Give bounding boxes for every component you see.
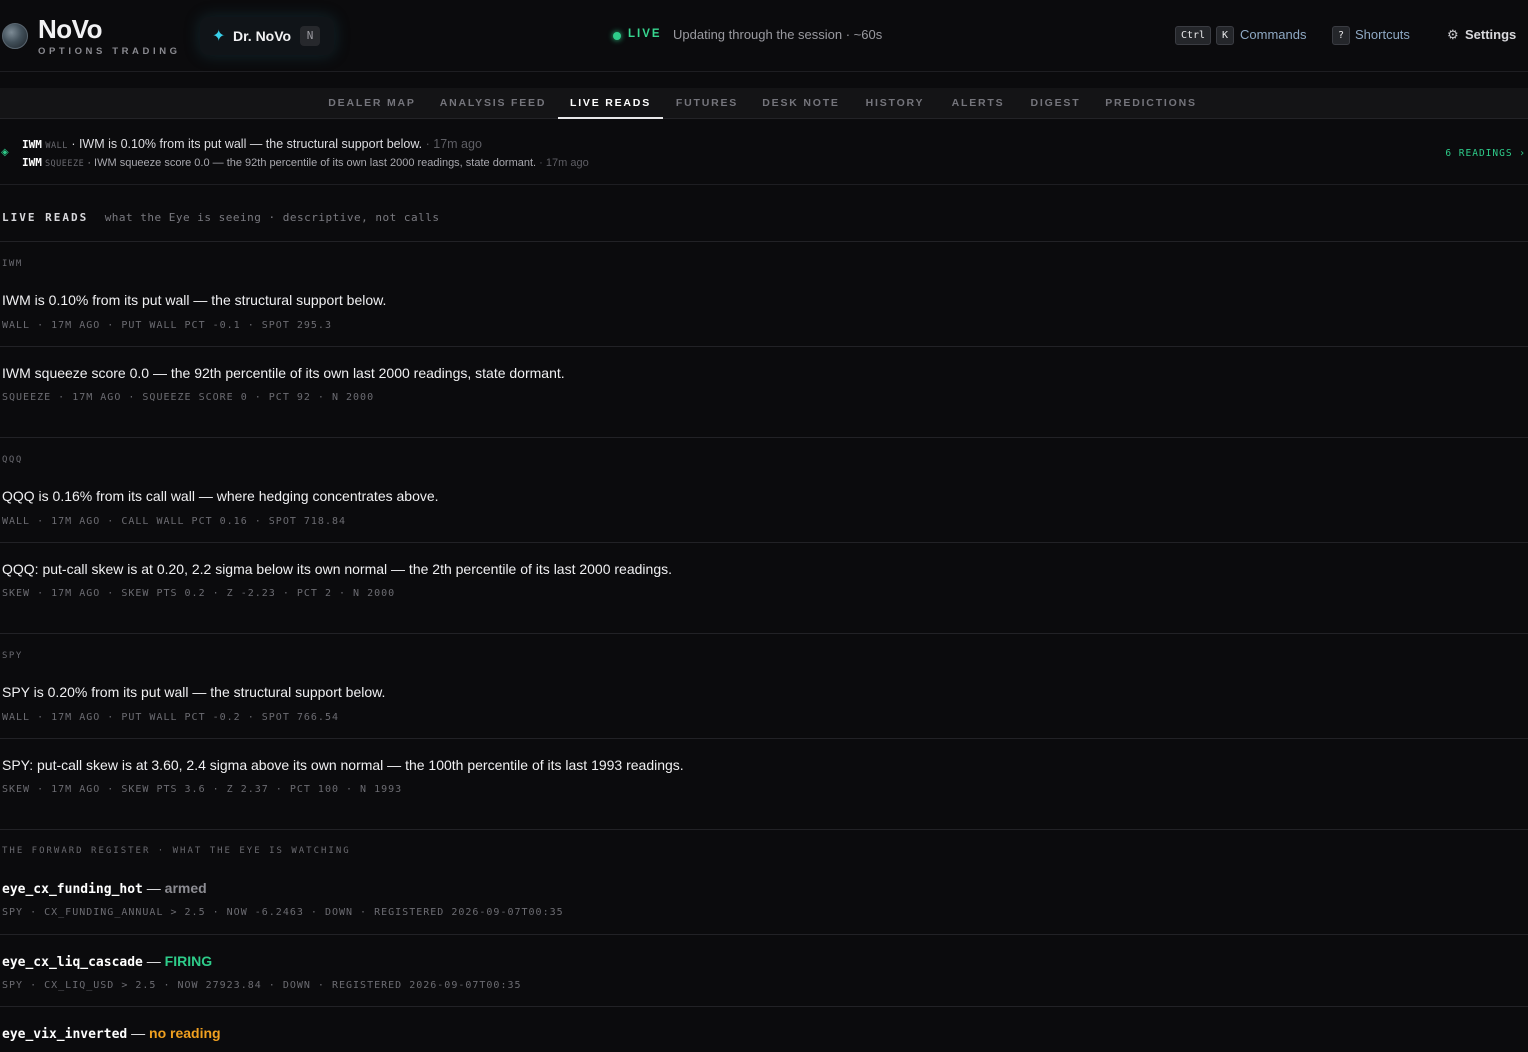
divider bbox=[0, 738, 1528, 739]
read-text: QQQ is 0.16% from its call wall — where … bbox=[2, 488, 439, 504]
register-item: eye_vix_inverted — no reading bbox=[2, 1025, 221, 1042]
tab-analysis-feed[interactable]: ANALYSIS FEED bbox=[432, 88, 554, 119]
live-label: LIVE bbox=[628, 28, 662, 40]
read-meta: SKEW · 17M AGO · SKEW PTS 0.2 · Z -2.23 … bbox=[2, 588, 396, 599]
ticker-ago: · 17m ago bbox=[422, 137, 482, 151]
register-item-name: eye_cx_liq_cascade bbox=[2, 955, 143, 970]
tab-live-reads[interactable]: LIVE READS bbox=[558, 88, 663, 119]
tab-digest[interactable]: DIGEST bbox=[1024, 88, 1087, 119]
register-item-state: no reading bbox=[149, 1025, 221, 1041]
register-item-name: eye_vix_inverted bbox=[2, 1027, 128, 1042]
ticker-kind: SQUEEZE bbox=[44, 159, 85, 169]
tab-desk-note[interactable]: DESK NOTE bbox=[755, 88, 847, 119]
divider bbox=[0, 1006, 1528, 1007]
diamond-icon: ◈ bbox=[1, 147, 9, 158]
read-text: SPY is 0.20% from its put wall — the str… bbox=[2, 684, 386, 700]
top-header: NoVo OPTIONS TRADING ✦ Dr. NoVo N LIVE U… bbox=[0, 0, 1528, 72]
brand-subtitle: OPTIONS TRADING bbox=[38, 46, 181, 57]
tab-dealer-map[interactable]: DEALER MAP bbox=[320, 88, 424, 119]
read-meta: SKEW · 17M AGO · SKEW PTS 3.6 · Z 2.37 ·… bbox=[2, 784, 403, 795]
divider bbox=[0, 934, 1528, 935]
read-text: IWM is 0.10% from its put wall — the str… bbox=[2, 292, 387, 308]
ctrl-key-badge: Ctrl bbox=[1175, 26, 1211, 45]
settings-button[interactable]: Settings bbox=[1465, 27, 1516, 42]
question-key-badge: ? bbox=[1332, 26, 1350, 45]
readings-count-link[interactable]: 6 READINGS › bbox=[1445, 148, 1526, 159]
divider bbox=[0, 829, 1528, 830]
register-item-meta: SPY · CX_FUNDING_ANNUAL > 2.5 · NOW -6.2… bbox=[2, 907, 564, 918]
shortcuts-button[interactable]: Shortcuts bbox=[1355, 27, 1410, 42]
section-subtitle: what the Eye is seeing · descriptive, no… bbox=[104, 211, 440, 224]
read-meta: WALL · 17M AGO · PUT WALL PCT -0.1 · SPO… bbox=[2, 320, 332, 331]
tab-bar: DEALER MAP ANALYSIS FEED LIVE READS FUTU… bbox=[0, 88, 1528, 119]
section-title: LIVE READS bbox=[2, 211, 89, 224]
divider bbox=[0, 542, 1528, 543]
group-label-spy: SPY bbox=[2, 651, 23, 661]
tab-predictions[interactable]: PREDICTIONS bbox=[1098, 88, 1204, 119]
register-item: eye_cx_funding_hot — armed bbox=[2, 880, 207, 897]
read-meta: WALL · 17M AGO · PUT WALL PCT -0.2 · SPO… bbox=[2, 712, 339, 723]
divider bbox=[0, 241, 1528, 242]
group-label-qqq: QQQ bbox=[2, 455, 23, 465]
read-text: SPY: put-call skew is at 3.60, 2.4 sigma… bbox=[2, 757, 684, 773]
register-item: eye_cx_liq_cascade — FIRING bbox=[2, 953, 212, 970]
tab-futures[interactable]: FUTURES bbox=[668, 88, 746, 119]
register-item-separator: — bbox=[142, 880, 165, 896]
tab-history[interactable]: HISTORY bbox=[858, 88, 932, 119]
register-title: THE FORWARD REGISTER · WHAT THE EYE IS W… bbox=[2, 846, 351, 856]
divider bbox=[0, 346, 1528, 347]
read-text: QQQ: put-call skew is at 0.20, 2.2 sigma… bbox=[2, 561, 672, 577]
live-status-dot-icon bbox=[613, 32, 621, 40]
globe-logo-icon bbox=[2, 23, 28, 49]
gear-icon[interactable]: ⚙ bbox=[1447, 27, 1459, 43]
ticker-kind: WALL bbox=[45, 141, 68, 151]
reads-ticker[interactable]: ◈ IWM WALL · IWM is 0.10% from its put w… bbox=[0, 120, 1528, 185]
read-meta: SQUEEZE · 17M AGO · SQUEEZE SCORE 0 · PC… bbox=[2, 392, 375, 403]
register-item-separator: — bbox=[142, 953, 165, 969]
ticker-item: IWM SQUEEZE · IWM squeeze score 0.0 — th… bbox=[22, 156, 589, 169]
register-item-state: armed bbox=[164, 880, 207, 896]
live-description: Updating through the session · ~60s bbox=[673, 27, 883, 42]
ticker-symbol: IWM bbox=[22, 138, 42, 151]
ticker-symbol: IWM bbox=[22, 156, 42, 169]
assistant-shortcut-badge: N bbox=[300, 26, 320, 46]
read-meta: WALL · 17M AGO · CALL WALL PCT 0.16 · SP… bbox=[2, 516, 347, 527]
commands-button[interactable]: Commands bbox=[1240, 27, 1306, 42]
assistant-button[interactable]: ✦ Dr. NoVo N bbox=[200, 17, 334, 55]
ticker-ago: · 17m ago bbox=[536, 157, 589, 169]
ticker-text: · IWM is 0.10% from its put wall — the s… bbox=[67, 137, 423, 151]
section-header: LIVE READS what the Eye is seeing · desc… bbox=[2, 208, 439, 226]
divider bbox=[0, 437, 1528, 438]
brand-name: NoVo bbox=[38, 14, 102, 44]
register-item-separator: — bbox=[127, 1025, 150, 1041]
ticker-text: · IWM squeeze score 0.0 — the 92th perce… bbox=[84, 157, 537, 169]
register-item-state: FIRING bbox=[164, 953, 213, 969]
read-text: IWM squeeze score 0.0 — the 92th percent… bbox=[2, 365, 565, 381]
group-label-iwm: IWM bbox=[2, 259, 23, 269]
assistant-label: Dr. NoVo bbox=[233, 28, 292, 44]
k-key-badge: K bbox=[1216, 26, 1234, 45]
tab-alerts[interactable]: ALERTS bbox=[944, 88, 1012, 119]
register-item-meta: SPY · CX_LIQ_USD > 2.5 · NOW 27923.84 · … bbox=[2, 980, 522, 991]
ticker-item: IWM WALL · IWM is 0.10% from its put wal… bbox=[22, 137, 482, 151]
divider bbox=[0, 633, 1528, 634]
register-item-name: eye_cx_funding_hot bbox=[2, 882, 143, 897]
sparkle-icon: ✦ bbox=[212, 28, 226, 45]
